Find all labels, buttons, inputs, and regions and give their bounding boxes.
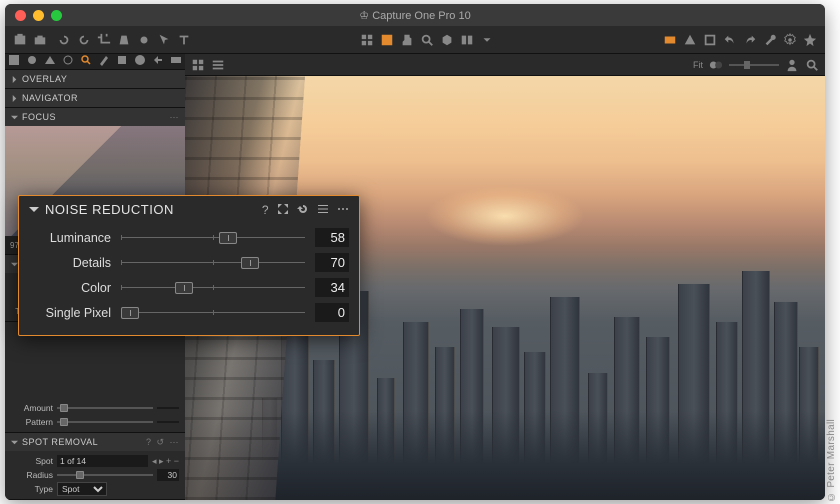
details-value[interactable]: 70 [315,253,349,272]
photo-credit: © Peter Marshall [826,419,837,502]
details-slider[interactable] [121,256,305,270]
gear-icon[interactable] [783,33,797,47]
window-title: ♔ Capture One Pro 10 [359,9,470,22]
zoom-tool-icon[interactable] [420,33,434,47]
viewer-toolbar: Fit [185,54,825,76]
spot-radius-slider[interactable] [57,474,153,476]
moire-amount-label: Amount [11,403,53,413]
focus-panel-header[interactable]: FOCUS ⋯ [5,108,185,126]
single-pixel-value[interactable]: 0 [315,303,349,322]
local-tab[interactable] [98,54,110,69]
viewer-zoom-slider[interactable] [729,64,779,66]
titlebar: ♔ Capture One Pro 10 [5,4,825,26]
close-window-button[interactable] [15,10,26,21]
noise-reduction-title: NOISE REDUCTION [45,202,174,217]
single-view-icon[interactable] [380,33,394,47]
wrench-icon[interactable] [763,33,777,47]
mask-icon[interactable] [440,33,454,47]
focus-mask-icon[interactable] [703,33,717,47]
minimize-window-button[interactable] [33,10,44,21]
warning-icon[interactable] [683,33,697,47]
exposure-warning-icon[interactable] [709,58,723,72]
details-label: Details [29,256,111,270]
moire-pattern-label: Pattern [11,417,53,427]
dropdown-icon[interactable] [480,33,494,47]
single-pixel-label: Single Pixel [29,306,111,320]
chevron-down-icon [29,205,39,215]
moire-pattern-slider[interactable] [57,421,153,423]
batch-tab[interactable] [170,54,182,69]
rotate-right-icon[interactable] [77,33,91,47]
color-row: Color 34 [19,275,359,300]
exposure-tab[interactable] [62,54,74,69]
luminance-value[interactable]: 58 [315,228,349,247]
fit-label[interactable]: Fit [693,60,703,70]
chevron-down-icon [11,439,18,446]
single-pixel-slider[interactable] [121,306,305,320]
spot-icon[interactable] [137,33,151,47]
output-tab[interactable] [152,54,164,69]
moire-amount-slider[interactable] [57,407,153,409]
main-toolbar [5,26,825,54]
viewer-person-icon[interactable] [785,58,799,72]
chevron-down-icon [11,261,18,268]
cursor-icon[interactable] [157,33,171,47]
chevron-right-icon [11,76,18,83]
color-label: Color [29,281,111,295]
expand-icon[interactable] [277,203,289,215]
spot-type-row: Type Spot [5,482,185,496]
proof-icon[interactable] [663,33,677,47]
capture-tab[interactable] [26,54,38,69]
rotate-left-icon[interactable] [57,33,71,47]
chevron-right-icon [11,95,18,102]
noise-reduction-header[interactable]: NOISE REDUCTION ? [19,196,359,223]
spot-counter[interactable]: 1 of 14 [57,455,148,467]
zoom-window-button[interactable] [51,10,62,21]
tool-tabs [5,54,185,70]
import-icon[interactable] [13,33,27,47]
metadata-tab[interactable] [134,54,146,69]
spot-radius-row: Radius 30 [5,468,185,482]
details-row: Details 70 [19,250,359,275]
browser-list-icon[interactable] [211,58,225,72]
spot-stepper[interactable]: ◂ ▸ + − [152,456,179,467]
redo-icon[interactable] [743,33,757,47]
spot-number-row: Spot 1 of 14 ◂ ▸ + − [5,454,185,468]
details-tab[interactable] [80,54,92,69]
star-icon[interactable] [803,33,817,47]
camera-icon[interactable] [33,33,47,47]
spot-type-select[interactable]: Spot [57,482,107,496]
overlay-panel-header[interactable]: OVERLAY [5,70,185,88]
luminance-label: Luminance [29,231,111,245]
browser-grid-icon[interactable] [191,58,205,72]
color-value[interactable]: 34 [315,278,349,297]
navigator-panel-header[interactable]: NAVIGATOR [5,89,185,107]
viewer-search-icon[interactable] [805,58,819,72]
color-tab[interactable] [44,54,56,69]
more-icon[interactable] [337,203,349,215]
crop-icon[interactable] [97,33,111,47]
single-pixel-row: Single Pixel 0 [19,300,359,325]
keystone-icon[interactable] [117,33,131,47]
noise-reduction-panel: NOISE REDUCTION ? Luminance 58 Details 7… [18,195,360,336]
library-tab[interactable] [8,54,20,69]
before-after-icon[interactable] [460,33,474,47]
color-slider[interactable] [121,281,305,295]
chevron-down-icon [11,114,18,121]
window-controls [5,10,62,21]
text-icon[interactable] [177,33,191,47]
spot-removal-header[interactable]: SPOT REMOVAL ?↺⋯ [5,433,185,451]
adjustments-tab[interactable] [116,54,128,69]
help-icon[interactable]: ? [262,203,269,217]
undo-icon[interactable] [723,33,737,47]
preset-menu-icon[interactable] [317,203,329,215]
hand-tool-icon[interactable] [400,33,414,47]
grid-view-icon[interactable] [360,33,374,47]
luminance-row: Luminance 58 [19,225,359,250]
luminance-slider[interactable] [121,231,305,245]
reset-icon[interactable] [297,203,309,215]
